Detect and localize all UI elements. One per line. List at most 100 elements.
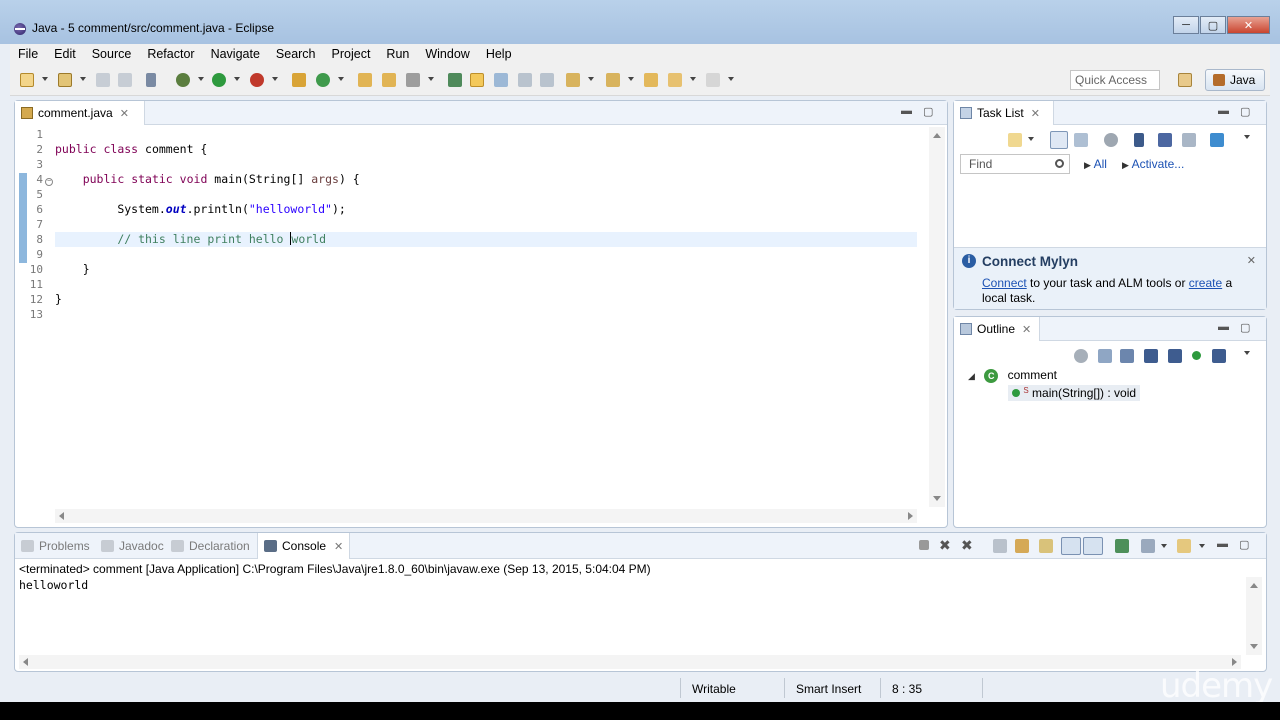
display-console-dropdown-icon[interactable] bbox=[1161, 544, 1167, 548]
paragraph-icon[interactable] bbox=[540, 73, 554, 87]
scroll-up-icon[interactable] bbox=[1250, 583, 1258, 588]
menu-search[interactable]: Search bbox=[268, 47, 324, 61]
close-banner-icon[interactable]: ✕ bbox=[1247, 254, 1256, 267]
menu-edit[interactable]: Edit bbox=[46, 47, 84, 61]
maximize-view-icon[interactable]: ▢ bbox=[1240, 105, 1250, 118]
categorized-icon[interactable] bbox=[1050, 131, 1068, 149]
console-horizontal-scrollbar[interactable] bbox=[19, 655, 1241, 669]
show-on-stderr-icon[interactable] bbox=[1083, 537, 1103, 555]
hide-fields-icon[interactable] bbox=[1144, 349, 1158, 363]
hide-completed-icon[interactable] bbox=[1104, 133, 1118, 147]
maximize-view-icon[interactable]: ▢ bbox=[923, 105, 933, 118]
console-output[interactable]: helloworld bbox=[19, 578, 88, 592]
tab-problems[interactable]: Problems bbox=[21, 539, 90, 553]
tab-outline[interactable]: Outline ✕ bbox=[954, 317, 1040, 341]
pin-console-icon[interactable] bbox=[1115, 539, 1129, 553]
menu-run[interactable]: Run bbox=[378, 47, 417, 61]
minimize-view-icon[interactable]: ▬ bbox=[1218, 321, 1229, 333]
menu-file[interactable]: File bbox=[10, 47, 46, 61]
save-icon[interactable] bbox=[96, 73, 110, 87]
minimize-view-icon[interactable]: ▬ bbox=[901, 105, 912, 117]
focus-on-workweek-icon[interactable] bbox=[1134, 133, 1144, 147]
show-whitespace-icon[interactable] bbox=[518, 73, 532, 87]
search-tool-dropdown-icon[interactable] bbox=[428, 77, 434, 81]
scroll-down-icon[interactable] bbox=[1250, 644, 1258, 649]
open-type-icon[interactable] bbox=[358, 73, 372, 87]
menu-source[interactable]: Source bbox=[84, 47, 140, 61]
previous-annotation-icon[interactable] bbox=[606, 73, 620, 87]
new-icon[interactable] bbox=[20, 73, 34, 87]
tab-console[interactable]: Console ✕ bbox=[257, 533, 351, 559]
toggle-highlight-icon[interactable] bbox=[470, 73, 484, 87]
minimize-view-icon[interactable]: ▬ bbox=[1218, 105, 1229, 117]
minimize-view-icon[interactable]: ▬ bbox=[1217, 538, 1228, 550]
activate-link[interactable]: Activate... bbox=[1132, 157, 1185, 171]
expand-all-icon[interactable] bbox=[1182, 133, 1196, 147]
remove-launch-icon[interactable]: ✖ bbox=[939, 538, 953, 552]
activate-filter[interactable]: ▶ Activate... bbox=[1122, 157, 1184, 171]
outline-class-node[interactable]: ◢ C comment bbox=[968, 368, 1057, 383]
toggle-mark-occurrences-icon[interactable] bbox=[448, 73, 462, 87]
run-icon[interactable] bbox=[212, 73, 226, 87]
scroll-lock-icon[interactable] bbox=[1015, 539, 1029, 553]
scroll-down-icon[interactable] bbox=[933, 496, 941, 501]
hide-static-icon[interactable] bbox=[1168, 349, 1182, 363]
find-input[interactable]: Find bbox=[960, 154, 1070, 174]
open-folder-icon[interactable] bbox=[382, 73, 396, 87]
menu-window[interactable]: Window bbox=[417, 47, 477, 61]
open-console-dropdown-icon[interactable] bbox=[1199, 544, 1205, 548]
debug-icon[interactable] bbox=[176, 73, 190, 87]
view-menu-icon[interactable] bbox=[1244, 135, 1250, 139]
close-tab-icon[interactable]: ✕ bbox=[120, 107, 129, 120]
new-task-icon[interactable] bbox=[1008, 133, 1022, 147]
outline-method-node[interactable]: S main(String[]) : void bbox=[1008, 385, 1141, 401]
collapse-all-icon[interactable] bbox=[1158, 133, 1172, 147]
maximize-view-icon[interactable]: ▢ bbox=[1240, 321, 1250, 334]
external-tools-icon[interactable] bbox=[250, 73, 264, 87]
last-edit-location-icon[interactable] bbox=[644, 73, 658, 87]
remove-all-terminated-icon[interactable]: ✖ bbox=[961, 538, 975, 552]
minimize-button[interactable]: ─ bbox=[1173, 16, 1199, 34]
back-dropdown-icon[interactable] bbox=[690, 77, 696, 81]
save-all-icon[interactable] bbox=[118, 73, 132, 87]
maximize-view-icon[interactable]: ▢ bbox=[1239, 538, 1249, 551]
block-selection-icon[interactable] bbox=[494, 73, 508, 87]
run-dropdown-icon[interactable] bbox=[234, 77, 240, 81]
new-package-dropdown-icon[interactable] bbox=[80, 77, 86, 81]
display-console-icon[interactable] bbox=[1141, 539, 1155, 553]
scroll-right-icon[interactable] bbox=[908, 512, 913, 520]
scroll-up-icon[interactable] bbox=[933, 133, 941, 138]
skip-breakpoints-icon[interactable] bbox=[146, 73, 156, 87]
back-icon[interactable] bbox=[668, 73, 682, 87]
tab-task-list[interactable]: Task List ✕ bbox=[954, 101, 1054, 125]
previous-annotation-dropdown-icon[interactable] bbox=[628, 77, 634, 81]
tab-javadoc[interactable]: Javadoc bbox=[101, 539, 164, 553]
editor-vertical-scrollbar[interactable] bbox=[929, 127, 945, 507]
hide-non-public-icon[interactable] bbox=[1192, 351, 1201, 360]
all-filter[interactable]: ▶ All bbox=[1084, 157, 1107, 171]
all-link[interactable]: All bbox=[1094, 157, 1107, 171]
new-java-project-icon[interactable] bbox=[292, 73, 306, 87]
search-tool-icon[interactable] bbox=[406, 73, 420, 87]
fold-collapse-icon[interactable]: − bbox=[45, 178, 53, 186]
external-tools-dropdown-icon[interactable] bbox=[272, 77, 278, 81]
close-button[interactable]: ✕ bbox=[1227, 16, 1270, 34]
new-class-icon[interactable] bbox=[316, 73, 330, 87]
next-annotation-icon[interactable] bbox=[566, 73, 580, 87]
new-dropdown-icon[interactable] bbox=[42, 77, 48, 81]
close-tab-icon[interactable]: ✕ bbox=[1031, 107, 1040, 120]
open-console-icon[interactable] bbox=[1177, 539, 1191, 553]
synchronize-icon[interactable] bbox=[1210, 133, 1224, 147]
scroll-left-icon[interactable] bbox=[59, 512, 64, 520]
next-annotation-dropdown-icon[interactable] bbox=[588, 77, 594, 81]
collapse-all-icon[interactable] bbox=[1098, 349, 1112, 363]
editor-horizontal-scrollbar[interactable] bbox=[55, 509, 917, 523]
word-wrap-icon[interactable] bbox=[1039, 539, 1053, 553]
focus-icon[interactable] bbox=[1074, 349, 1088, 363]
forward-dropdown-icon[interactable] bbox=[728, 77, 734, 81]
scroll-right-icon[interactable] bbox=[1232, 658, 1237, 666]
new-task-dropdown-icon[interactable] bbox=[1028, 137, 1034, 141]
show-on-stdout-icon[interactable] bbox=[1061, 537, 1081, 555]
tab-comment-java[interactable]: comment.java ✕ bbox=[15, 101, 145, 125]
close-tab-icon[interactable]: ✕ bbox=[334, 541, 343, 553]
